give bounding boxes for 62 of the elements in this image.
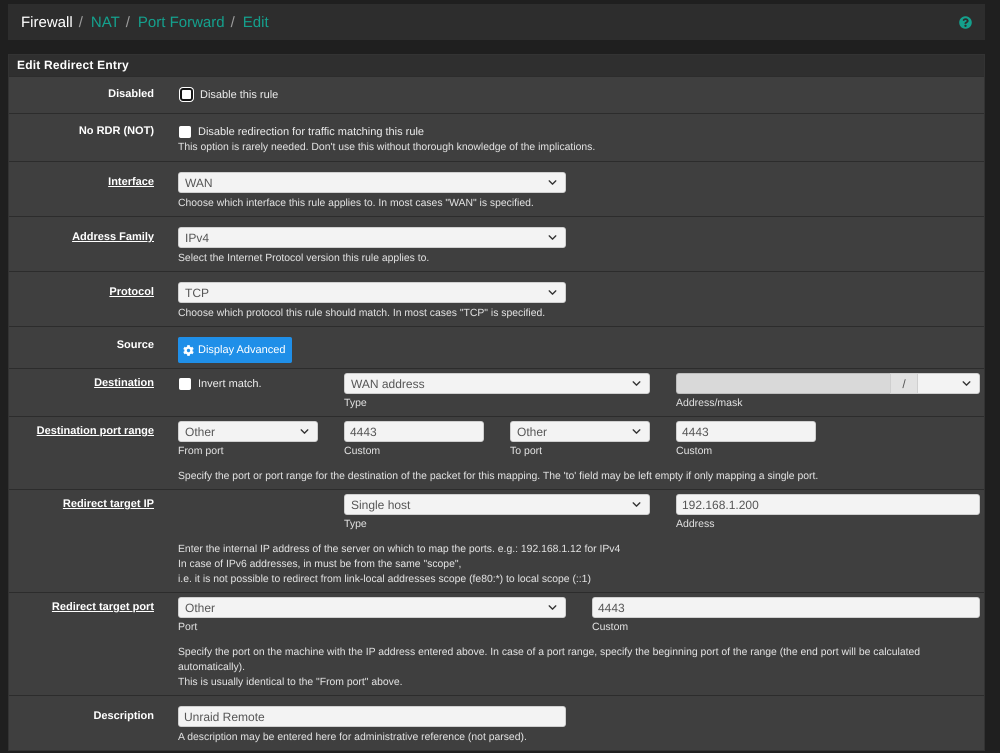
help-icon[interactable] [959,16,972,28]
label-link[interactable]: Interface [108,172,154,193]
help-text: In case of IPv6 addresses, in must be from the same "scope", [178,558,462,572]
text-field[interactable]: Unraid Remote [178,706,566,727]
label-link[interactable]: Redirect target IP [62,494,154,515]
field-caption: Type [344,396,368,411]
label-link[interactable]: Protocol [109,282,154,303]
gear-icon [183,344,194,356]
field-label: No RDR (NOT) [78,124,154,139]
help-text: A description may be entered here for administrative reference (not parsed). [178,731,528,745]
help-text: This option is rarely needed. Don't use this without thorough knowledge of the implications. [178,141,596,155]
help-text: Choose which interface this rule applies to. In most cases "WAN" is specified. [178,197,535,211]
field-caption: To port [510,444,544,459]
checkbox-label: Disable redirection for traffic matching this rule [198,126,424,138]
breadcrumb-link[interactable]: Port Forward [138,14,225,30]
field-label: Source [116,338,154,353]
label-link[interactable]: Redirect target port [52,597,154,618]
dropdown[interactable]: WAN [178,172,566,193]
breadcrumb-separator: / [126,14,130,30]
dropdown[interactable]: Single host [344,494,650,515]
checkbox[interactable] [179,378,191,390]
panel-title: Edit Redirect Entry [9,55,984,76]
text-field[interactable]: 4443 [676,421,816,442]
checkbox[interactable] [179,126,191,138]
field-caption: Custom [676,444,714,459]
dropdown[interactable]: TCP [178,282,566,303]
help-text: Select the Internet Protocol version this rule applies to. [178,252,430,266]
label-link[interactable]: Destination port range [36,421,154,442]
help-text: Specify the port or port range for the destination of the packet for this mapping. The 'to' field may be left empty if only mapping a single port. [178,470,820,484]
breadcrumb-link[interactable]: Edit [242,14,269,30]
help-text: Specify the port on the machine with the IP address entered above. In case of a port range, specify the beginning port of the range (the end port will be calculated automatically). [178,646,922,675]
breadcrumb-link[interactable]: NAT [90,14,120,30]
field-label: Description [93,709,154,724]
field-caption: Custom [344,444,382,459]
breadcrumb-separator: / [230,14,235,30]
help-text: This is usually identical to the "From port" above. [178,676,404,690]
text-field[interactable]: 192.168.1.200 [676,494,980,515]
separator-addon: / [890,373,918,394]
label-link[interactable]: Address Family [72,227,154,248]
help-text: Choose which protocol this rule should match. In most cases "TCP" is specified. [178,307,546,321]
field-caption: Address/mask [676,396,744,411]
field-caption: From port [178,444,225,459]
breadcrumb-separator: / [78,14,83,30]
field-label: Disabled [108,87,154,102]
dropdown[interactable]: WAN address [344,373,650,394]
field-caption: Address [676,517,716,532]
help-text: Enter the internal IP address of the server on which to map the ports. e.g.: 192.168.1.12 for IPv4 [178,543,622,557]
advanced-button[interactable]: Display Advanced [178,337,292,363]
label-link[interactable]: Destination [94,373,154,394]
text-field[interactable]: 4443 [592,597,980,618]
field-caption: Custom [592,620,630,635]
help-text: i.e. it is not possible to redirect from link-local addresses scope (fe80:*) to local scope (::1) [178,573,592,587]
checkbox-label: Disable this rule [200,88,278,100]
text-field[interactable]: 4443 [344,421,484,442]
field-caption: Type [344,517,368,532]
dropdown[interactable]: Other [178,421,318,442]
dropdown[interactable]: Other [510,421,650,442]
dropdown[interactable]: IPv4 [178,227,566,248]
breadcrumb-text: Firewall [21,14,73,30]
dropdown[interactable]: Other [178,597,566,618]
checkbox-label: Invert match. [198,378,262,390]
field-caption: Port [178,620,198,635]
